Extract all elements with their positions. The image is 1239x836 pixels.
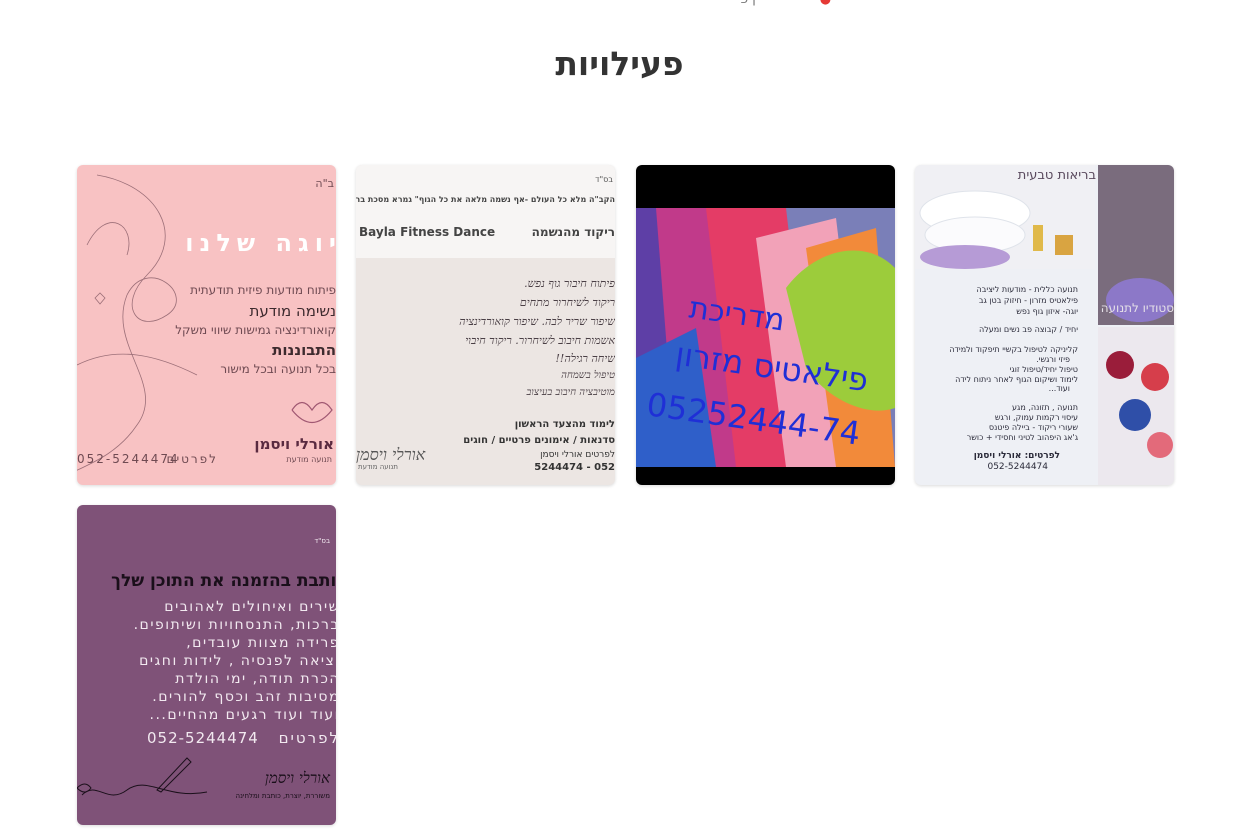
dance-logo-name: אורלי ויסמן <box>356 445 426 464</box>
health-bullet-8: לימוד ושיקום הגוף לאחר ניתוח לידה <box>955 375 1078 384</box>
dance-logo-sub: תנועה מודעת <box>358 463 398 471</box>
health-title: בריאות טבעית <box>1017 168 1096 183</box>
dance-line-3: לפרטים אורלי ויסמן <box>540 450 615 460</box>
top-cropped-nav: ן פ● <box>740 0 831 7</box>
dance-hand-line-7: מוטיבציה חיבוב בעיצוב <box>526 387 615 398</box>
writer-line-7: ועוד ועוד רגעים מהחיים... <box>149 707 336 723</box>
dance-line-2: סדנאות / אימונים פרטיים / חוגים <box>463 435 615 446</box>
page-title: פעילויות <box>555 44 684 83</box>
yoga-phone: 052-5244474 <box>77 452 180 466</box>
health-bullet-11: עיסוי רקמות עמוק, ורגש <box>994 413 1078 422</box>
writer-logo-sub: משוררת, יוצרת, כותבת ומלחינה <box>235 792 330 800</box>
writer-line-1: שירים ואיחולים לאהובים <box>164 599 336 615</box>
writer-bsd: בס"ד <box>314 537 330 545</box>
dance-hand-line-2: ריקוד לשיחרור מתחים <box>519 296 615 309</box>
dance-line-4: 052 - 5244474 <box>534 462 615 473</box>
yoga-line-1: פיתוח מודעות פיזית תודעתית <box>190 283 336 297</box>
dance-quote: הקב"ה מלא כל העולם -אף נשמה מלאה את כל ה… <box>356 195 615 204</box>
health-bullet-2: פילאטיס מזרון - חיזוק בטן גב <box>978 296 1078 305</box>
dance-header-band <box>356 165 615 258</box>
writer-line-4: יציאה לפנסיה , לידות וחגים <box>139 653 336 669</box>
yoga-logo-sub: תנועה מודעת <box>286 455 332 464</box>
yoga-logo-name: אורלי ויסמן <box>254 435 334 453</box>
activity-card-yoga[interactable]: ב"ה יוגה שלנו פיתוח מודעות פיזית תודעתית… <box>77 165 336 485</box>
writer-logo-name: אורלי ויסמן <box>265 769 330 787</box>
activity-card-dance[interactable]: בס"ד הקב"ה מלא כל העולם -אף נשמה מלאה את… <box>356 165 615 485</box>
activity-card-pilates[interactable]: מדריכת פילאטיס מזרון 05252444-74 <box>636 165 895 485</box>
health-bullet-5: קליניקה לטיפול בקשיי תיפקוד ולמידה <box>949 345 1078 354</box>
health-bullet-13: ג'אג היפהוב לטיני וחסידי + כושר <box>966 433 1078 442</box>
health-side-label: סטודיו לתנועה <box>1100 301 1174 315</box>
activity-card-natural-health[interactable]: בריאות טבעית סטודיו לתנועה תנועה כללית -… <box>915 165 1174 485</box>
health-bullet-6: פיזי ורגשי. <box>1036 355 1070 364</box>
yoga-line-2: נשימה מודעת <box>249 302 336 320</box>
dance-hand-line-5: שיחה רגילה!! <box>555 352 615 365</box>
dance-line-1: לימוד מהצעד הראשון <box>514 419 615 430</box>
health-phone: 052-5244474 <box>987 462 1048 472</box>
dance-hand-line-3: שיפור שריר לבה. שיפור קואורדינציה <box>459 315 615 328</box>
yoga-line-4: התבוננות <box>272 341 336 359</box>
health-contact: לפרטים: אורלי ויסמן <box>973 451 1060 461</box>
health-bullet-3: יוגה- איזון גוף נפש <box>1016 307 1078 316</box>
dance-hand-line-1: פיתוח חיבור גוף נפש. <box>524 277 615 290</box>
quill-pen-illustration <box>77 757 208 796</box>
writer-line-5: הכרת תודה, ימי הולדת <box>175 671 336 687</box>
health-bullet-12: שעורי ריקוד - ביילה פיטנס <box>988 423 1078 432</box>
yoga-bsd: ב"ה <box>315 177 334 190</box>
dance-label-he: ריקוד מהנשמה <box>531 225 615 239</box>
health-bullet-4: יחיד / קבוצה פב נשים ומעלה <box>978 325 1078 334</box>
dance-label-en: Bayla Fitness Dance <box>359 225 496 239</box>
writer-contact-label: לפרטים <box>278 729 336 747</box>
writer-phone: 052-5244474 <box>147 729 259 747</box>
health-bullet-9: ועוד... <box>1048 384 1070 393</box>
writer-line-6: מסיבות זהב וכסף להורים. <box>152 689 336 705</box>
writer-line-3: פרידה מצוות עובדים, <box>186 635 336 651</box>
writer-title: כותבת בהזמנה את התוכן שלך <box>111 571 336 591</box>
dance-hand-line-4: אשמות חיבוב לשיחרור. ריקוד חיבוי <box>465 334 615 347</box>
writer-line-2: ברכות, התנסחויות ושיתופים. <box>133 617 336 633</box>
health-bullet-10: תנועה , תזונה, מגע <box>1012 403 1078 412</box>
health-bullet-1: תנועה כללית - מודעות ליציבה <box>976 285 1078 294</box>
yoga-line-5: בכל תנועה ובכל מישור <box>220 362 336 376</box>
yoga-title: יוגה שלנו <box>185 229 336 257</box>
health-bullet-7: טיפול יחיד/טיפול זוגי <box>1009 365 1078 374</box>
yoga-line-3: קואורדינציה גמישות שיווי משקל <box>175 323 336 337</box>
dance-bsd: בס"ד <box>595 175 613 184</box>
dance-hand-line-6: טיפול בשמחה <box>561 370 615 381</box>
activity-card-writer[interactable]: בס"ד כותבת בהזמנה את התוכן שלך שירים ואי… <box>77 505 336 825</box>
